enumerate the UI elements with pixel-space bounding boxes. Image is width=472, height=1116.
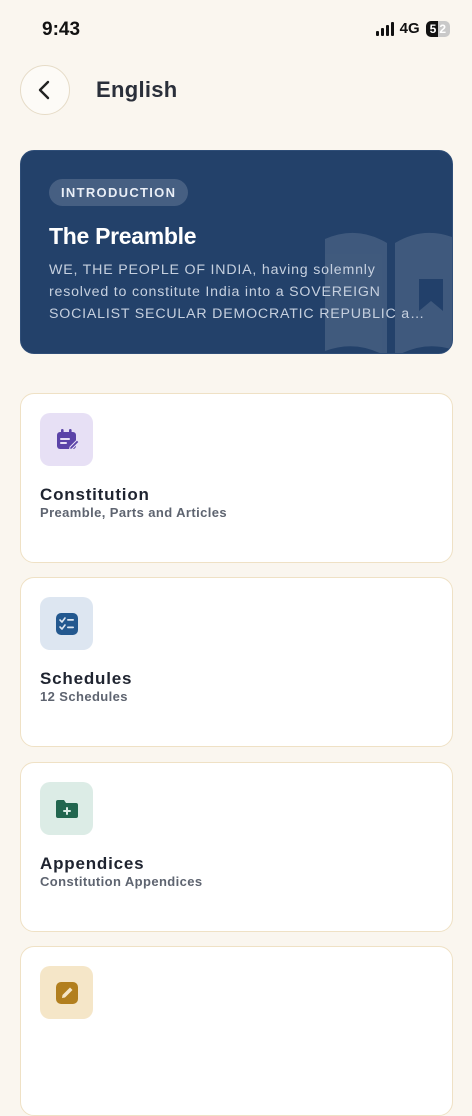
header: English xyxy=(20,65,178,115)
schedules-subtitle: 12 Schedules xyxy=(40,689,128,704)
preamble-card[interactable]: INTRODUCTION The Preamble WE, THE PEOPLE… xyxy=(20,150,453,354)
intro-badge: INTRODUCTION xyxy=(49,179,189,206)
battery-level-rest: 2 xyxy=(439,21,446,36)
page-title: English xyxy=(96,77,178,102)
appendices-subtitle: Constitution Appendices xyxy=(40,874,203,889)
preamble-text: WE, THE PEOPLE OF INDIA, having solemnly… xyxy=(49,262,428,322)
status-bar: 9:43 4G 52 xyxy=(0,0,472,60)
menu-icon-box xyxy=(40,597,93,650)
preamble-title: The Preamble xyxy=(49,223,197,249)
menu-icon-box xyxy=(40,966,93,1019)
partial-menu-card[interactable] xyxy=(20,946,453,1116)
menu-icon-box xyxy=(40,413,93,466)
checklist-icon xyxy=(55,612,78,635)
appendices-card[interactable]: Appendices Constitution Appendices xyxy=(20,762,453,932)
schedules-card[interactable]: Schedules 12 Schedules xyxy=(20,577,453,747)
calendar-edit-icon xyxy=(56,428,80,450)
folder-add-icon xyxy=(55,799,78,818)
chevron-left-icon xyxy=(38,80,50,100)
constitution-title: Constitution xyxy=(40,485,150,504)
back-button[interactable] xyxy=(20,65,70,115)
constitution-card[interactable]: Constitution Preamble, Parts and Article… xyxy=(20,393,453,563)
edit-icon xyxy=(55,981,78,1004)
battery-level: 5 xyxy=(425,20,439,37)
schedules-title: Schedules xyxy=(40,669,133,688)
menu-icon-box xyxy=(40,782,93,835)
status-indicators: 4G 52 xyxy=(375,20,450,37)
signal-icon xyxy=(375,21,394,36)
network-label: 4G xyxy=(399,20,420,37)
battery-icon: 52 xyxy=(425,20,450,37)
constitution-subtitle: Preamble, Parts and Articles xyxy=(40,505,228,520)
status-time: 9:43 xyxy=(42,19,81,40)
appendices-title: Appendices xyxy=(40,854,145,873)
